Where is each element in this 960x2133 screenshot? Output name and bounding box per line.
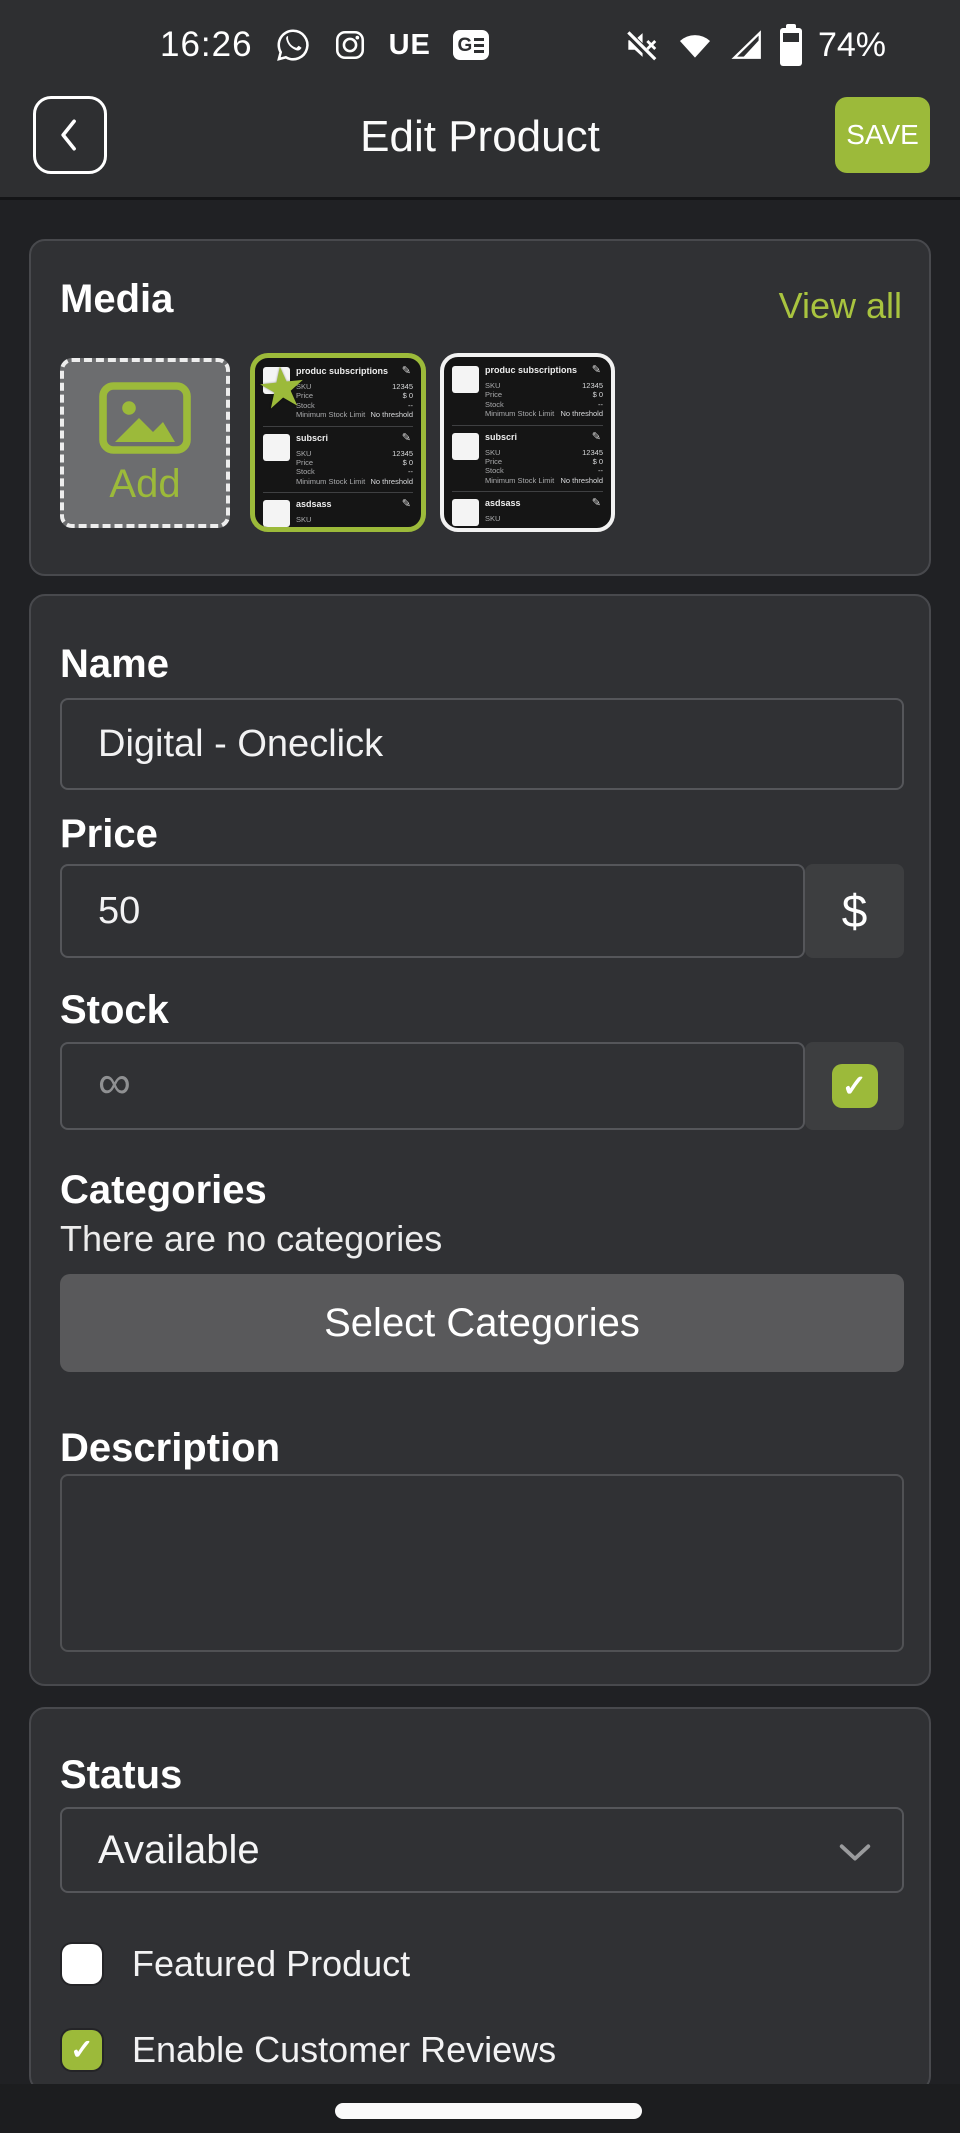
page-title: Edit Product (0, 112, 960, 162)
featured-product-checkbox[interactable]: ✓ (62, 1944, 102, 1984)
categories-empty-text: There are no categories (60, 1218, 442, 1260)
name-label: Name (60, 642, 169, 687)
media-thumb-product-row: subscri✎SKU12345Price$ 0Stock--Minimum S… (452, 432, 603, 486)
battery-icon (780, 24, 802, 66)
status-select[interactable]: Available (60, 1807, 904, 1893)
price-label: Price (60, 812, 158, 857)
thumb-field: SKU (485, 514, 603, 523)
thumb-field: Price$ 0 (485, 457, 603, 466)
dollar-icon: $ (842, 884, 868, 938)
featured-product-label: Featured Product (132, 1943, 410, 1985)
pencil-icon: ✎ (402, 366, 411, 377)
unlimited-stock-toggle[interactable]: ✓ (805, 1042, 904, 1130)
currency-button[interactable]: $ (805, 864, 904, 958)
thumb-field: Price$ 0 (485, 390, 603, 399)
thumb-field: Minimum Stock LimitNo threshold (296, 410, 413, 419)
battery-percent: 74% (818, 26, 886, 65)
check-icon: ✓ (70, 2036, 93, 2064)
media-thumbnail[interactable]: produc subscriptions✎SKU12345Price$ 0Sto… (440, 353, 615, 532)
add-media-button[interactable]: Add (60, 358, 230, 528)
status-card: Status Available ✓ Featured Product ✓ En… (29, 1707, 931, 2092)
chevron-down-icon (836, 1839, 874, 1865)
thumb-image-placeholder (263, 500, 290, 527)
thumb-field: Stock-- (485, 466, 603, 475)
enable-reviews-row: ✓ Enable Customer Reviews (62, 2029, 556, 2071)
check-icon: ✓ (842, 1069, 867, 1104)
pencil-icon: ✎ (592, 432, 601, 443)
status-bar-left: 16:26 UE G (160, 0, 489, 90)
media-thumb-product-row: asdsass✎SKU (452, 498, 603, 523)
thumb-field: Stock-- (296, 467, 413, 476)
thumb-field: Minimum Stock LimitNo threshold (485, 476, 603, 485)
header: Edit Product SAVE (0, 90, 960, 200)
status-bar: 16:26 UE G (0, 0, 960, 90)
thumb-image-placeholder (452, 433, 479, 460)
carrier-label: UE (389, 29, 431, 62)
thumb-field: SKU12345 (296, 382, 413, 391)
bottom-nav-strip (0, 2084, 960, 2133)
checkbox-checked: ✓ (832, 1064, 878, 1108)
status-label: Status (60, 1753, 182, 1798)
clock: 16:26 (160, 25, 253, 65)
media-thumbnail-selected[interactable]: produc subscriptions✎SKU12345Price$ 0Sto… (250, 353, 426, 532)
thumb-field: Price$ 0 (296, 391, 413, 400)
pencil-icon: ✎ (592, 498, 601, 509)
media-section-title: Media (60, 277, 173, 322)
thumb-field: Minimum Stock LimitNo threshold (296, 477, 413, 486)
name-input[interactable] (60, 698, 904, 790)
thumb-field: Stock-- (296, 401, 413, 410)
sound-muted-icon (622, 26, 660, 64)
media-thumbnail-content: produc subscriptions✎SKU12345Price$ 0Sto… (444, 357, 611, 528)
wifi-icon (676, 26, 714, 64)
thumb-field: SKU12345 (485, 448, 603, 457)
thumb-field: Price$ 0 (296, 458, 413, 467)
description-label: Description (60, 1426, 280, 1471)
news-icon: G (453, 30, 489, 60)
pencil-icon: ✎ (402, 433, 411, 444)
stock-label: Stock (60, 988, 169, 1033)
cellular-signal-icon (730, 28, 764, 62)
thumb-field: Stock-- (485, 400, 603, 409)
categories-label: Categories (60, 1168, 267, 1213)
enable-reviews-label: Enable Customer Reviews (132, 2029, 556, 2071)
pencil-icon: ✎ (592, 365, 601, 376)
view-all-link[interactable]: View all (779, 285, 902, 327)
featured-star-icon: ★ (254, 358, 310, 419)
image-icon (97, 380, 193, 456)
media-thumb-product-row: produc subscriptions✎SKU12345Price$ 0Sto… (452, 365, 603, 419)
select-categories-button[interactable]: Select Categories (60, 1274, 904, 1372)
add-media-label: Add (109, 462, 180, 507)
edit-product-screen: 16:26 UE G (0, 0, 960, 2133)
price-input[interactable] (60, 864, 805, 958)
enable-reviews-checkbox[interactable]: ✓ (62, 2030, 102, 2070)
media-thumb-product-row: asdsass✎SKU (263, 499, 413, 524)
stock-input[interactable] (60, 1042, 805, 1130)
media-card: Media View all Add produc subscriptions✎… (29, 239, 931, 576)
thumb-field: SKU12345 (485, 381, 603, 390)
thumb-image-placeholder (452, 366, 479, 393)
thumb-image-placeholder (452, 499, 479, 526)
media-thumb-product-row: subscri✎SKU12345Price$ 0Stock--Minimum S… (263, 433, 413, 487)
status-bar-right: 74% (622, 0, 886, 90)
thumb-field: SKU (296, 515, 413, 524)
whatsapp-icon (275, 27, 311, 63)
featured-product-row: ✓ Featured Product (62, 1943, 410, 1985)
thumb-image-placeholder (263, 434, 290, 461)
description-textarea[interactable] (60, 1474, 904, 1652)
status-selected-value: Available (98, 1828, 260, 1873)
top-bar: 16:26 UE G (0, 0, 960, 200)
instagram-icon (333, 28, 367, 62)
thumb-field: SKU12345 (296, 449, 413, 458)
pencil-icon: ✎ (402, 499, 411, 510)
product-form-card: Name Price $ Stock ✓ Categories There ar… (29, 594, 931, 1686)
thumb-field: Minimum Stock LimitNo threshold (485, 409, 603, 418)
save-button[interactable]: SAVE (835, 97, 930, 173)
home-indicator[interactable] (335, 2103, 642, 2119)
